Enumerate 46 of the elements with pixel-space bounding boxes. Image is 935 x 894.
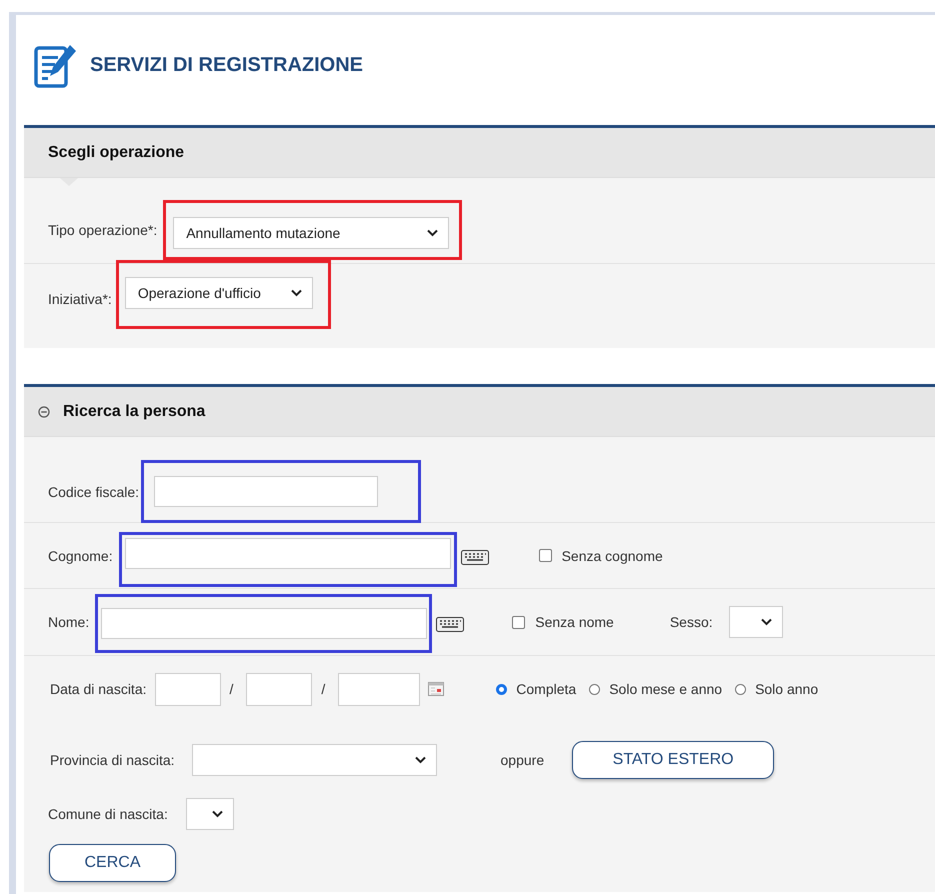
checkbox[interactable] [538, 549, 552, 562]
chevron-down-icon [414, 756, 426, 764]
field-label: Iniziativa*: [48, 291, 112, 307]
foreign-state-button[interactable]: STATO ESTERO [572, 741, 774, 779]
date-part-field[interactable] [154, 672, 220, 706]
radio-button[interactable] [496, 684, 508, 694]
chevron-down-icon [290, 289, 302, 297]
field-label: Nome: [48, 614, 90, 630]
page-title: SERVIZI DI REGISTRAZIONE [90, 54, 363, 76]
checkbox[interactable] [512, 616, 526, 628]
field-label: Sesso: [670, 614, 713, 630]
field-label: Codice fiscale: [48, 484, 140, 500]
collapse-icon[interactable] [38, 406, 50, 418]
search-button[interactable]: CERCA [49, 844, 176, 882]
radio-button[interactable] [589, 684, 600, 694]
text-field[interactable] [154, 476, 378, 507]
field-label: Tipo operazione*: [48, 222, 158, 238]
section-header[interactable]: Ricerca la persona [24, 387, 935, 437]
checkbox-label: Senza cognome [562, 548, 663, 564]
date-part-field[interactable] [338, 672, 420, 706]
or-text: oppure [500, 752, 544, 768]
field-label: Comune di nascita: [48, 806, 168, 822]
radio-label: Solo mese e anno [609, 681, 722, 697]
date-separator: / [321, 681, 326, 697]
radio-label: Solo anno [755, 681, 818, 697]
keyboard-icon[interactable] [460, 550, 489, 565]
checkbox-label: Senza nome [535, 614, 614, 630]
chevron-down-icon [427, 228, 438, 236]
section-title: Scegli operazione [48, 144, 184, 162]
radio-button[interactable] [735, 684, 746, 694]
calendar-icon[interactable] [428, 682, 444, 696]
field-label: Data di nascita: [50, 681, 146, 697]
field-label: Provincia di nascita: [50, 752, 175, 768]
dropdown[interactable]: Annullamento mutazione [173, 216, 450, 248]
keyboard-icon[interactable] [436, 616, 464, 632]
chevron-down-icon [760, 618, 772, 626]
text-field[interactable] [124, 538, 451, 569]
text-field[interactable] [101, 608, 428, 638]
field-label: Cognome: [48, 548, 113, 564]
date-separator: / [230, 681, 234, 697]
dropdown[interactable]: Operazione d'ufficio [124, 277, 313, 309]
chevron-down-icon [212, 810, 223, 818]
radio-label: Completa [516, 681, 576, 697]
edit-document-icon [34, 42, 78, 88]
date-part-field[interactable] [246, 672, 312, 706]
section-title: Ricerca la persona [63, 402, 206, 420]
